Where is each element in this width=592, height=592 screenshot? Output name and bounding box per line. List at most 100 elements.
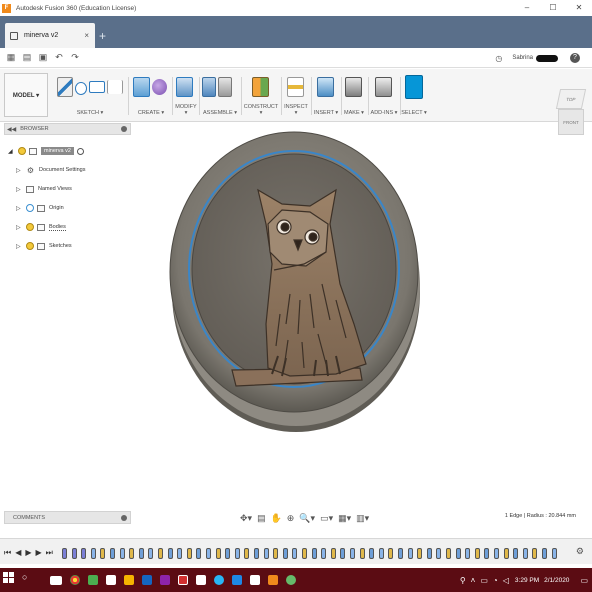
timeline-feature-marker[interactable] [446,548,451,559]
scripts-add-ins-icon[interactable] [375,77,392,97]
assemble-menu-label[interactable]: ASSEMBLE ▾ [201,110,239,116]
visibility-bulb-icon[interactable] [26,223,34,231]
timeline-feature-marker[interactable] [292,548,298,559]
play-icon[interactable]: ▶ [25,548,31,558]
fusion-taskbar-icon[interactable] [268,575,278,585]
timeline-feature-marker[interactable] [532,548,538,559]
timeline-feature-marker[interactable] [407,548,413,559]
zoom-icon[interactable]: 🔍▾ [299,513,315,524]
step-forward-icon[interactable]: ▶ [36,548,42,558]
timeline-settings-gear-icon[interactable]: ⚙ [576,546,584,557]
create-group[interactable]: CREATE ▾ [132,73,170,118]
timeline-feature-marker[interactable] [225,548,231,559]
app-icon[interactable] [142,575,152,585]
app-icon[interactable] [196,575,206,585]
insert-group[interactable]: INSERT ▾ [313,73,339,118]
tree-item-origin[interactable]: ▷ Origin [16,201,64,215]
timeline-feature-marker[interactable] [234,548,240,559]
modify-group[interactable]: MODIFY ▾ [175,73,197,118]
collapsed-triangle-icon[interactable]: ▷ [16,186,24,193]
pan-icon[interactable]: ✋ [271,513,282,524]
visibility-bulb-icon[interactable] [26,242,34,250]
tree-root[interactable]: ◢ minerva v2 [8,144,84,158]
add-ins-menu-label[interactable]: ADD-INS ▾ [370,110,398,116]
collapse-arrow-icon[interactable]: ◀◀ [7,126,16,133]
timeline-feature-marker[interactable] [378,548,384,559]
timeline-feature-marker[interactable] [148,548,154,559]
offset-plane-icon[interactable] [252,77,269,97]
tray-arrow-icon[interactable]: ˄ [471,576,476,585]
people-icon[interactable]: ⚲ [460,576,466,585]
add-ins-group[interactable]: ADD-INS ▾ [370,73,398,118]
timeline-feature-marker[interactable] [551,548,557,559]
timeline-feature-marker[interactable] [100,548,106,559]
inspect-group[interactable]: INSPECT ▾ [283,73,309,118]
display-settings-icon[interactable]: ▭▾ [320,513,333,524]
volume-icon[interactable]: ◁ [503,576,509,585]
go-to-end-icon[interactable]: ⏭ [46,548,53,558]
make-group[interactable]: MAKE ▾ [342,73,366,118]
timeline-feature-marker[interactable] [62,548,67,559]
timeline-feature-marker[interactable] [81,548,87,559]
measure-icon[interactable] [287,77,304,97]
timeline-feature-marker[interactable] [263,548,269,559]
timeline-feature-marker[interactable] [455,548,461,559]
zoom-window-icon[interactable]: ⊕ [287,513,295,524]
save-icon[interactable]: ▣ [38,52,48,63]
timeline-feature-marker[interactable] [417,548,423,559]
collapsed-triangle-icon[interactable]: ▷ [16,205,24,212]
inspect-menu-label[interactable]: INSPECT ▾ [283,104,309,116]
timeline-feature-marker[interactable] [196,548,202,559]
timeline-feature-marker[interactable] [522,548,528,559]
timeline-feature-marker[interactable] [465,548,471,559]
timeline-feature-marker[interactable] [494,548,499,559]
timeline-feature-marker[interactable] [129,548,135,559]
insert-image-icon[interactable] [317,77,334,97]
create-sketch-icon[interactable] [57,77,73,97]
timeline-feature-marker[interactable] [542,548,547,559]
wifi-icon[interactable]: ◔ [493,576,498,585]
close-tab-icon[interactable]: × [84,31,89,40]
collapsed-triangle-icon[interactable]: ▷ [16,243,24,250]
3d-print-icon[interactable] [345,77,362,97]
task-view-icon[interactable] [50,575,62,585]
construct-menu-label[interactable]: CONSTRUCT ▾ [243,104,279,116]
tree-item-bodies[interactable]: ▷ Bodies [16,220,66,234]
modify-menu-label[interactable]: MODIFY ▾ [175,104,197,116]
app-icon[interactable] [106,575,116,585]
maximize-button[interactable]: ☐ [540,0,566,16]
file-explorer-icon[interactable] [124,575,134,585]
timeline-feature-marker[interactable] [321,548,327,559]
windows-start-icon[interactable] [3,572,15,584]
data-panel-grid-icon[interactable]: ▦ [6,52,16,63]
timeline-feature-marker[interactable] [119,548,125,559]
redo-icon[interactable]: ↷ [70,52,80,63]
sphere-icon[interactable] [152,79,167,95]
timeline-feature-marker[interactable] [282,548,288,559]
arc-icon[interactable] [74,82,88,95]
clock-date[interactable]: 2/1/2020 [544,577,569,584]
model-canvas[interactable] [140,124,560,504]
timeline-feature-marker[interactable] [426,548,432,559]
timeline-feature-marker[interactable] [215,548,221,559]
app-icon[interactable] [214,575,224,585]
app-icon[interactable] [250,575,260,585]
timeline-feature-marker[interactable] [273,548,279,559]
user-name[interactable]: Sabrina [512,55,533,61]
visibility-bulb-icon[interactable] [18,147,26,155]
stop-sketch-icon[interactable] [107,80,123,94]
select-group[interactable]: SELECT ▾ [401,73,427,118]
coin-model[interactable] [140,124,560,504]
rectangle-icon[interactable] [89,81,106,93]
timeline-feature-marker[interactable] [484,548,490,559]
tree-item-sketches[interactable]: ▷ Sketches [16,239,72,253]
timeline-feature-marker[interactable] [90,548,96,559]
extrude-icon[interactable] [133,77,150,97]
timeline-feature-marker[interactable] [254,548,259,559]
make-menu-label[interactable]: MAKE ▾ [342,110,366,116]
timeline-feature-marker[interactable] [177,548,183,559]
timeline-feature-marker[interactable] [330,548,336,559]
timeline-feature-marker[interactable] [311,548,317,559]
press-pull-icon[interactable] [176,77,193,97]
workspace-switcher[interactable]: MODEL ▾ [4,73,48,117]
